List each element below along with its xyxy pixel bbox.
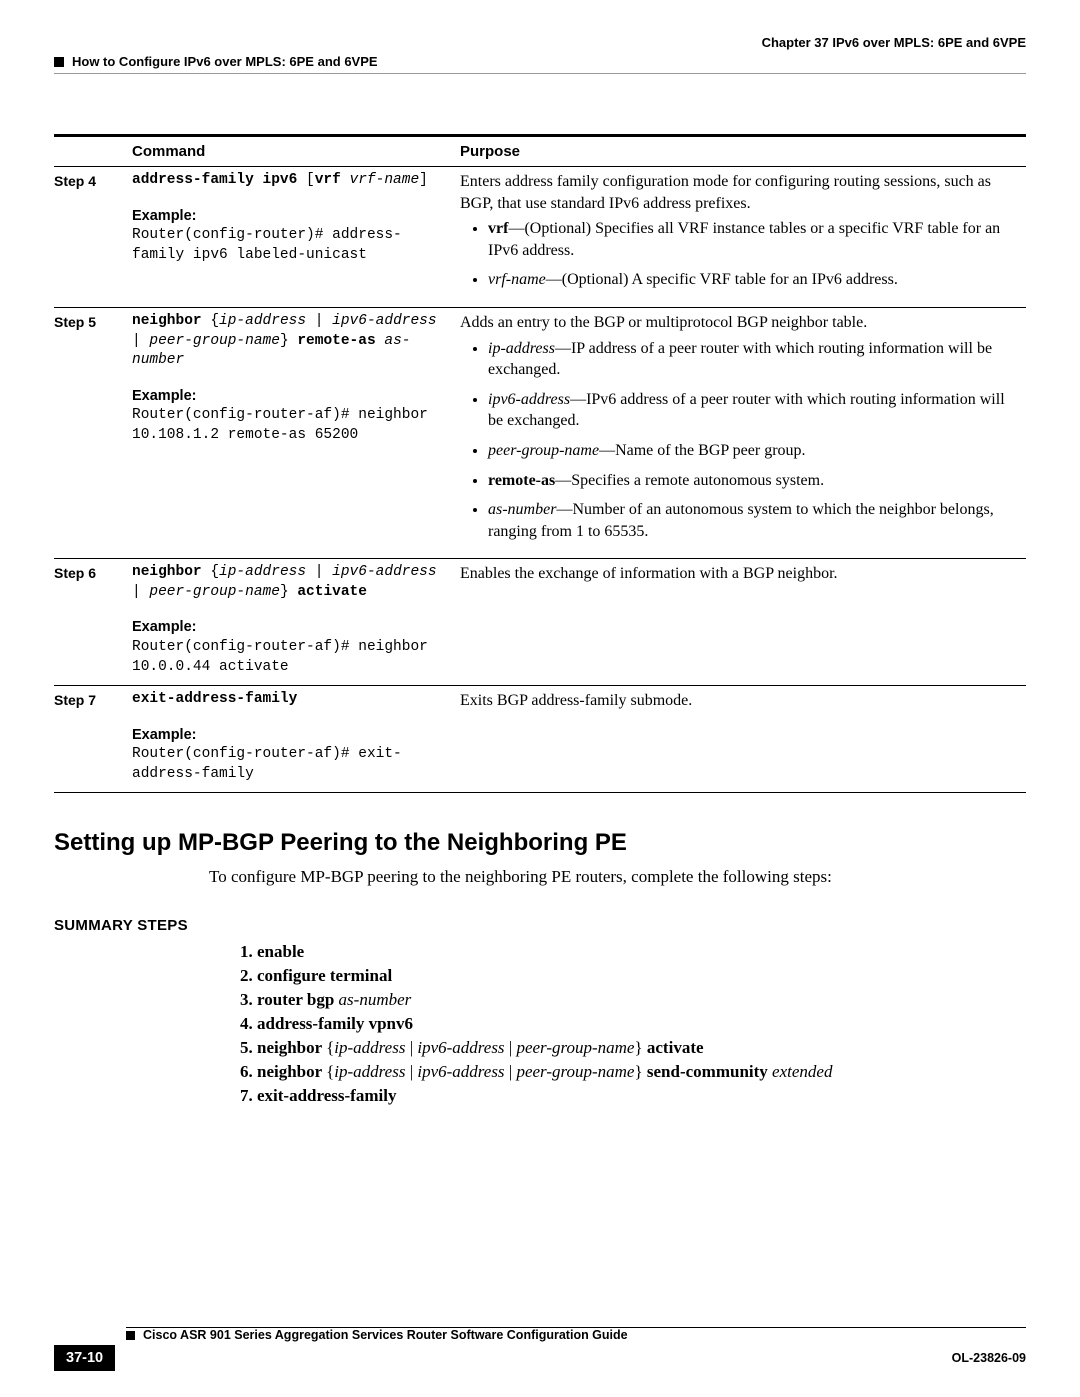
table-row: Step 7 exit-address-family Example: Rout… — [54, 686, 1026, 793]
example-code: Router(config-router)# address-family ip… — [132, 226, 452, 265]
purpose-text: Enters address family configuration mode… — [460, 171, 1018, 214]
doc-id: OL-23826-09 — [952, 1351, 1026, 1365]
page-header: Chapter 37 IPv6 over MPLS: 6PE and 6VPE … — [54, 35, 1026, 74]
command-table: Command Purpose Step 4 address-family ip… — [54, 134, 1026, 793]
list-item: enable — [257, 942, 1026, 962]
example-label: Example: — [132, 207, 452, 227]
col-header-command: Command — [132, 136, 460, 167]
list-item: ip-address—IP address of a peer router w… — [488, 338, 1018, 381]
summary-steps-list: enable configure terminal router bgp as-… — [229, 942, 1026, 1106]
list-item: address-family vpnv6 — [257, 1014, 1026, 1034]
header-square-icon — [54, 57, 64, 67]
command-syntax: neighbor {ip-address | ipv6-address | pe… — [132, 312, 452, 371]
table-row: Step 6 neighbor {ip-address | ipv6-addre… — [54, 559, 1026, 686]
table-header-row: Command Purpose — [54, 136, 1026, 167]
example-code: Router(config-router-af)# neighbor 10.10… — [132, 406, 452, 445]
purpose-list: vrf—(Optional) Specifies all VRF instanc… — [460, 218, 1018, 291]
page-footer: Cisco ASR 901 Series Aggregation Service… — [54, 1327, 1026, 1371]
example-label: Example: — [132, 726, 452, 746]
command-syntax: neighbor {ip-address | ipv6-address | pe… — [132, 563, 452, 602]
list-item: vrf-name—(Optional) A specific VRF table… — [488, 269, 1018, 291]
example-label: Example: — [132, 387, 452, 407]
list-item: as-number—Number of an autonomous system… — [488, 499, 1018, 542]
page-number: 37-10 — [54, 1345, 115, 1371]
list-item: remote-as—Specifies a remote autonomous … — [488, 470, 1018, 492]
header-divider — [54, 73, 1026, 74]
step-label: Step 5 — [54, 314, 96, 330]
summary-steps-heading: SUMMARY STEPS — [54, 917, 1026, 934]
purpose-text: Enables the exchange of information with… — [460, 563, 1018, 585]
section-intro: To configure MP-BGP peering to the neigh… — [209, 867, 1026, 887]
guide-title: Cisco ASR 901 Series Aggregation Service… — [143, 1328, 628, 1342]
table-row: Step 4 address-family ipv6 [vrf vrf-name… — [54, 167, 1026, 308]
list-item: router bgp as-number — [257, 990, 1026, 1010]
list-item: neighbor {ip-address | ipv6-address | pe… — [257, 1038, 1026, 1058]
list-item: exit-address-family — [257, 1086, 1026, 1106]
section-heading: Setting up MP-BGP Peering to the Neighbo… — [54, 829, 1026, 857]
list-item: neighbor {ip-address | ipv6-address | pe… — [257, 1062, 1026, 1082]
step-label: Step 7 — [54, 692, 96, 708]
example-code: Router(config-router-af)# neighbor 10.0.… — [132, 638, 452, 677]
list-item: ipv6-address—IPv6 address of a peer rout… — [488, 389, 1018, 432]
step-label: Step 4 — [54, 173, 96, 189]
breadcrumb: How to Configure IPv6 over MPLS: 6PE and… — [72, 54, 378, 69]
command-syntax: address-family ipv6 [vrf vrf-name] — [132, 171, 452, 191]
example-code: Router(config-router-af)# exit-address-f… — [132, 745, 452, 784]
col-header-purpose: Purpose — [460, 136, 1026, 167]
main-content: Command Purpose Step 4 address-family ip… — [54, 134, 1026, 1106]
step-label: Step 6 — [54, 565, 96, 581]
example-label: Example: — [132, 618, 452, 638]
chapter-title: Chapter 37 IPv6 over MPLS: 6PE and 6VPE — [54, 35, 1026, 50]
list-item: peer-group-name—Name of the BGP peer gro… — [488, 440, 1018, 462]
command-syntax: exit-address-family — [132, 690, 452, 710]
col-header-step — [54, 136, 132, 167]
page: Chapter 37 IPv6 over MPLS: 6PE and 6VPE … — [0, 0, 1080, 1397]
list-item: configure terminal — [257, 966, 1026, 986]
footer-square-icon — [126, 1331, 135, 1340]
table-row: Step 5 neighbor {ip-address | ipv6-addre… — [54, 307, 1026, 558]
purpose-text: Exits BGP address-family submode. — [460, 690, 1018, 712]
purpose-list: ip-address—IP address of a peer router w… — [460, 338, 1018, 543]
purpose-text: Adds an entry to the BGP or multiprotoco… — [460, 312, 1018, 334]
list-item: vrf—(Optional) Specifies all VRF instanc… — [488, 218, 1018, 261]
